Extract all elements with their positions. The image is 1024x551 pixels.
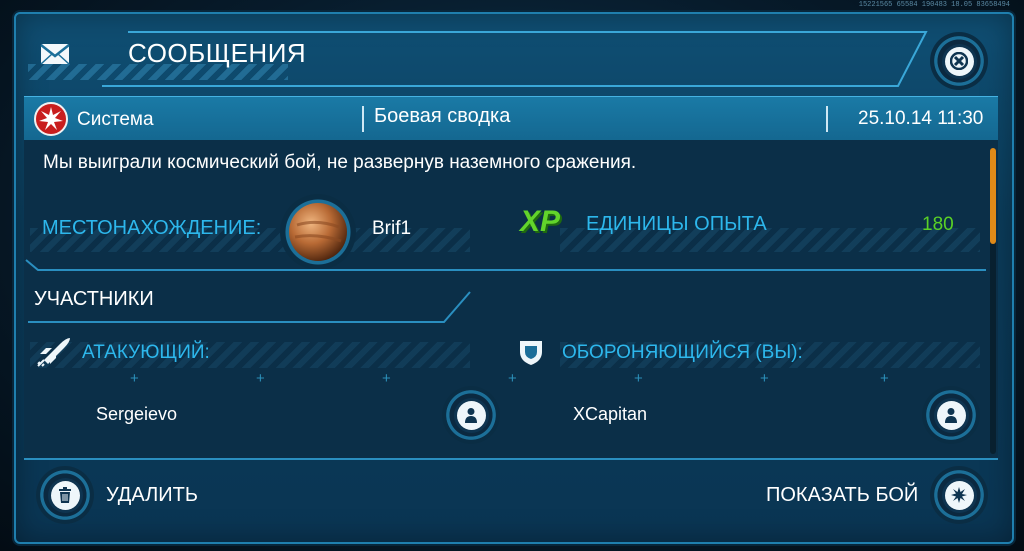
rocket-icon: [37, 338, 70, 367]
attacker-label: АТАКУЮЩИЙ:: [82, 342, 210, 363]
decor-plus: +: [256, 370, 265, 387]
system-alert-icon: [34, 102, 68, 136]
user-icon: [465, 408, 477, 423]
defender-name: XCapitan: [573, 404, 648, 424]
delete-button[interactable]: [36, 466, 94, 524]
message-body: Мы выиграли космический бой, не разверну…: [43, 152, 637, 173]
separator: [362, 106, 364, 132]
hud-debug-text: 15221565 65584 190483 18.05 83658494: [858, 1, 1010, 9]
decor-plus: +: [130, 370, 139, 387]
experience-label: ЕДИНИЦЫ ОПЫТА: [586, 213, 767, 235]
user-icon: [945, 408, 957, 423]
scrollbar-thumb[interactable]: [990, 148, 996, 244]
decor-plus: +: [760, 370, 769, 387]
decor-plus: +: [880, 370, 889, 387]
attacker-name: Sergeievo: [96, 404, 178, 424]
content-bottom-border: [24, 458, 998, 460]
decor-plus: +: [508, 370, 517, 387]
close-button[interactable]: [930, 32, 988, 90]
experience-value: 180: [922, 214, 954, 235]
show-battle-button[interactable]: [930, 466, 988, 524]
message-header-bar: [24, 96, 998, 141]
separator: [826, 106, 828, 132]
decor-plus: +: [382, 370, 391, 387]
xp-icon: XP: [520, 205, 561, 238]
location-label: МЕСТОНАХОЖДЕНИЕ:: [42, 217, 262, 239]
attacker-profile-button[interactable]: [442, 386, 500, 444]
location-planet-name: Brif1: [372, 218, 412, 239]
section-divider: [25, 259, 986, 271]
message-subject: Боевая сводка: [374, 105, 511, 127]
shield-icon: [520, 341, 542, 365]
envelope-icon: [40, 44, 70, 65]
decor-plus: +: [634, 370, 643, 387]
defender-profile-button[interactable]: [922, 386, 980, 444]
planet-icon: [289, 203, 347, 261]
participants-heading-outline: [28, 291, 471, 323]
explosion-icon: [951, 487, 967, 503]
trash-icon: [59, 487, 71, 503]
close-icon: [950, 52, 968, 70]
scrollbar[interactable]: [990, 148, 996, 454]
mail-button[interactable]: [30, 32, 80, 76]
delete-label[interactable]: УДАЛИТЬ: [106, 484, 198, 507]
show-battle-label[interactable]: ПОКАЗАТЬ БОЙ: [766, 484, 918, 507]
message-sender: Система: [77, 109, 154, 130]
page-title: СООБЩЕНИЯ: [128, 38, 307, 68]
defender-label: ОБОРОНЯЮЩИЙСЯ (ВЫ):: [562, 342, 803, 363]
message-datetime: 25.10.14 11:30: [858, 108, 984, 129]
